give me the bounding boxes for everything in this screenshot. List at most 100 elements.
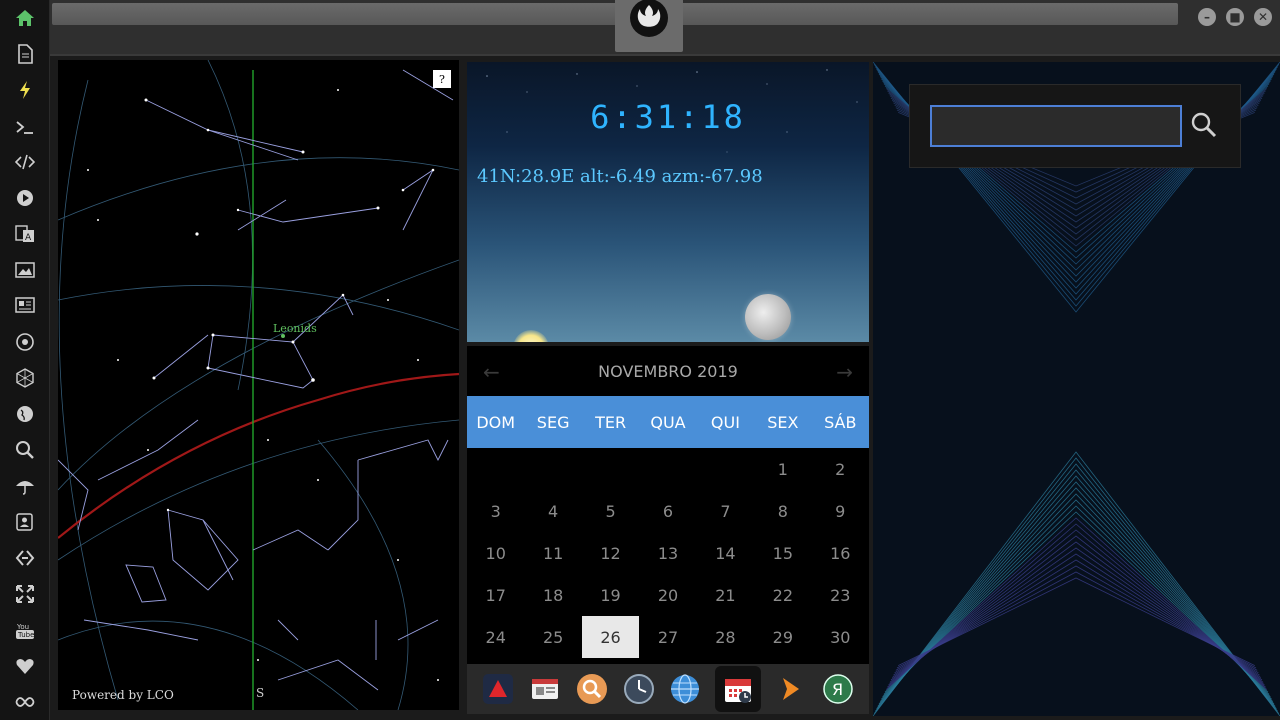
calendar-day[interactable]: 19	[582, 574, 639, 616]
heart-icon[interactable]	[11, 652, 39, 680]
magnifier-icon[interactable]	[575, 672, 609, 706]
newspaper-icon[interactable]	[11, 291, 39, 319]
play-icon[interactable]	[11, 184, 39, 212]
weekday-label: QUA	[650, 412, 686, 432]
umbrella-icon[interactable]	[11, 472, 39, 500]
calendar-day[interactable]: 26	[581, 616, 640, 658]
rebel-icon[interactable]	[11, 328, 39, 356]
sun-coordinates: 41N:28.9E alt:-6.49 azm:-67.98	[477, 166, 763, 187]
calendar-day[interactable]: 23	[812, 574, 869, 616]
calendar-day[interactable]: 4	[524, 490, 581, 532]
calendar-day[interactable]: 24	[467, 616, 524, 658]
calendar-icon[interactable]	[715, 666, 762, 712]
calendar-day[interactable]: 2	[812, 448, 869, 490]
news-icon[interactable]	[528, 672, 562, 706]
app-dock: Я	[467, 664, 869, 714]
link-icon[interactable]	[11, 544, 39, 572]
yandex-icon[interactable]: Я	[821, 672, 855, 706]
calendar-day[interactable]: 29	[754, 616, 811, 658]
search-magnifier-icon	[1191, 112, 1217, 138]
code-icon[interactable]	[11, 148, 39, 176]
search-panel	[873, 62, 1280, 716]
app-red-a-icon[interactable]	[481, 672, 516, 706]
arrow-icon[interactable]	[774, 672, 808, 706]
sky-map[interactable]: Leonids ? Powered by LCO S	[58, 60, 459, 710]
bolt-icon[interactable]	[11, 76, 39, 104]
calendar-day[interactable]: 18	[524, 574, 581, 616]
calendar-day[interactable]: 25	[524, 616, 581, 658]
calendar-widget: ← NOVEMBRO 2019 → DOM SEG TER QUA QUI SEX SÁB …	[467, 346, 869, 664]
translate-icon[interactable]: A	[11, 220, 39, 248]
calendar-day[interactable]: 17	[467, 574, 524, 616]
calendar-empty-cell	[639, 448, 696, 490]
calendar-day[interactable]: 21	[697, 574, 754, 616]
calendar-day[interactable]: 1	[754, 448, 811, 490]
calendar-day[interactable]: 5	[582, 490, 639, 532]
maximize-button[interactable]: ■	[1226, 8, 1244, 26]
calendar-day[interactable]: 15	[754, 532, 811, 574]
window-topbar: – ■ ✕	[50, 0, 1280, 56]
calendar-day[interactable]: 27	[639, 616, 696, 658]
rebel-logo-tab[interactable]	[615, 0, 683, 52]
contact-icon[interactable]	[11, 508, 39, 536]
calendar-day[interactable]: 7	[697, 490, 754, 532]
app-sidebar: A You Tube	[0, 0, 50, 720]
search-icon[interactable]	[11, 436, 39, 464]
expand-icon[interactable]	[11, 580, 39, 608]
search-button[interactable]	[1186, 107, 1222, 143]
calendar-day[interactable]: 13	[639, 532, 696, 574]
calendar-empty-cell	[697, 448, 754, 490]
calendar-day[interactable]: 16	[812, 532, 869, 574]
calendar-month-label: NOVEMBRO 2019	[598, 361, 738, 381]
rebel-logo-icon	[630, 0, 668, 37]
weekday-label: QUI	[710, 412, 740, 432]
calendar-day[interactable]: 6	[639, 490, 696, 532]
sky-map-canvas	[58, 60, 459, 710]
calendar-day[interactable]: 10	[467, 532, 524, 574]
calendar-day[interactable]: 12	[582, 532, 639, 574]
search-box	[909, 84, 1241, 168]
document-icon[interactable]	[11, 40, 39, 68]
direction-label: S	[256, 686, 265, 700]
globe-dock-icon[interactable]	[668, 672, 702, 706]
calendar-empty-cell	[467, 448, 524, 490]
calendar-day-grid: 1 2 3 4 5 6 7 8 9 10 11 12 13 14 15 16 17 18 19 20 21 22 23 24 2…	[467, 448, 869, 658]
main-area: Leonids ? Powered by LCO S 6:31:18 41N:2…	[50, 56, 1280, 720]
image-icon[interactable]	[11, 256, 39, 284]
svg-text:Tube: Tube	[17, 631, 34, 639]
calendar-day[interactable]: 3	[467, 490, 524, 532]
calendar-next-button[interactable]: →	[836, 360, 853, 384]
terminal-icon[interactable]	[11, 113, 39, 141]
globe-icon[interactable]	[11, 400, 39, 428]
weekday-label: TER	[595, 412, 627, 432]
clock-time: 6:31:18	[590, 98, 746, 136]
svg-text:Я: Я	[832, 680, 843, 699]
sun-position-widget: 6:31:18 41N:28.9E alt:-6.49 azm:-67.98	[467, 62, 869, 342]
svg-text:A: A	[25, 233, 32, 243]
weekday-label: SEG	[536, 412, 570, 432]
calendar-day[interactable]: 11	[524, 532, 581, 574]
infinity-icon[interactable]	[11, 688, 39, 716]
meteor-shower-label: Leonids	[273, 322, 317, 335]
calendar-day[interactable]: 28	[697, 616, 754, 658]
sky-help-button[interactable]: ?	[433, 70, 451, 88]
minimize-button[interactable]: –	[1198, 8, 1216, 26]
youtube-icon[interactable]: You Tube	[11, 616, 39, 644]
search-input[interactable]	[930, 105, 1182, 147]
close-button[interactable]: ✕	[1254, 8, 1272, 26]
calendar-day[interactable]: 8	[754, 490, 811, 532]
calendar-day[interactable]: 30	[812, 616, 869, 658]
calendar-day[interactable]: 14	[697, 532, 754, 574]
youtube-label-you: You	[16, 623, 29, 631]
calendar-weekday-header: DOM SEG TER QUA QUI SEX SÁB	[467, 396, 869, 448]
clock-icon[interactable]	[622, 672, 656, 706]
home-icon[interactable]	[11, 4, 39, 32]
calendar-day[interactable]: 20	[639, 574, 696, 616]
calendar-day[interactable]: 9	[812, 490, 869, 532]
moon-graphic	[745, 294, 791, 340]
powered-by-label: Powered by LCO	[72, 688, 174, 702]
calendar-empty-cell	[582, 448, 639, 490]
calendar-day[interactable]: 22	[754, 574, 811, 616]
weekday-label: DOM	[476, 412, 516, 432]
hexagon-icon[interactable]	[11, 364, 39, 392]
